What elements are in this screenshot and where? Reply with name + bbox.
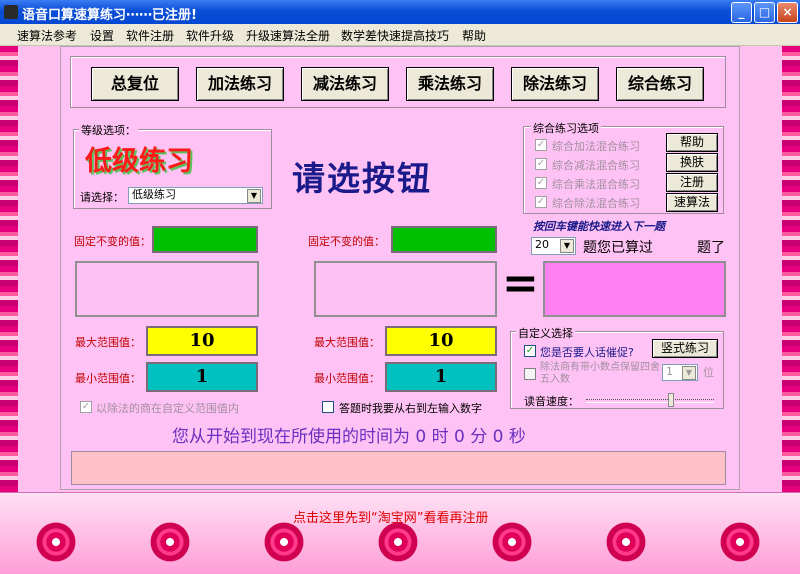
mix-sub-label: 综合减法混合练习 <box>552 159 640 172</box>
mix-add-label: 综合加法混合练习 <box>552 140 640 153</box>
subtraction-button[interactable]: 减法练习 <box>301 67 389 101</box>
chevron-down-icon: ▼ <box>560 239 574 253</box>
multiplication-button[interactable]: 乘法练习 <box>406 67 494 101</box>
left-decor-border <box>0 46 18 492</box>
flower-decor-icon <box>490 519 534 565</box>
right-decor-border <box>782 46 800 492</box>
menu-upgrade[interactable]: 软件升级 <box>186 27 234 44</box>
mix-sub-checkbox[interactable]: ✓ <box>535 158 547 170</box>
divisor-range-checkbox[interactable]: ✓ <box>80 401 92 413</box>
menu-settings[interactable]: 设置 <box>90 27 114 44</box>
menu-register[interactable]: 软件注册 <box>126 27 174 44</box>
chevron-down-icon: ▼ <box>247 189 261 203</box>
speed-slider-thumb[interactable] <box>668 393 674 407</box>
mix-mul-checkbox[interactable]: ✓ <box>535 177 547 189</box>
rtl-input-checkbox[interactable] <box>322 401 334 413</box>
decimal-unit-label: 位 <box>703 366 714 379</box>
close-button[interactable]: × <box>777 2 798 23</box>
right-max-label: 最大范围值： <box>314 336 380 349</box>
division-button[interactable]: 除法练习 <box>511 67 599 101</box>
count-select[interactable]: 20 ▼ <box>531 237 576 255</box>
right-fixed-value[interactable] <box>391 226 497 253</box>
menu-upgrade-full[interactable]: 升级速算法全册 <box>246 27 330 44</box>
skin-button[interactable]: 换肤 <box>666 153 718 172</box>
help-button[interactable]: 帮助 <box>666 133 718 152</box>
right-min-label: 最小范围值： <box>314 372 380 385</box>
enter-hint: 按回车键能快速进入下一题 <box>533 220 665 233</box>
mix-add-checkbox[interactable]: ✓ <box>535 139 547 151</box>
app-icon <box>4 5 18 19</box>
reset-button[interactable]: 总复位 <box>91 67 179 101</box>
answer-box[interactable] <box>543 261 726 317</box>
custom-group-label: 自定义选择 <box>516 325 575 341</box>
left-operand-box[interactable] <box>75 261 259 317</box>
count-select-value: 20 <box>535 238 549 251</box>
flower-decor-icon <box>604 519 648 565</box>
speed-label: 读音速度： <box>524 395 579 408</box>
menu-help[interactable]: 帮助 <box>462 27 486 44</box>
left-fixed-label: 固定不变的值： <box>74 235 151 248</box>
maximize-button[interactable]: □ <box>754 2 775 23</box>
equals-sign: = <box>502 258 539 309</box>
chevron-down-icon: ▼ <box>682 366 696 380</box>
flower-decor-icon <box>34 519 78 565</box>
divisor-range-label: 以除法的商在自定义范围值内 <box>96 402 239 415</box>
register-button[interactable]: 注册 <box>666 173 718 192</box>
mix-mul-label: 综合乘法混合练习 <box>552 178 640 191</box>
right-fixed-label: 固定不变的值： <box>308 235 385 248</box>
flower-decor-icon <box>718 519 762 565</box>
left-min-input[interactable]: 1 <box>146 362 258 392</box>
flower-decor-icon <box>148 519 192 565</box>
decimal-checkbox[interactable] <box>524 368 536 380</box>
elapsed-time-text: 您从开始到现在所使用的时间为 0 时 0 分 0 秒 <box>172 427 526 447</box>
count-label-done: 题您已算过 <box>583 240 653 256</box>
menu-tips[interactable]: 数学差快速提高技巧 <box>341 27 449 44</box>
count-label-suffix: 题了 <box>697 240 725 256</box>
level-banner: 低级练习 <box>85 146 193 177</box>
flower-decor-icon <box>262 519 306 565</box>
decimal-label: 除法商有带小数点保留四舍五入数 <box>540 362 660 385</box>
speed-slider-track[interactable] <box>586 399 714 403</box>
vertical-practice-button[interactable]: 竖式练习 <box>652 339 718 358</box>
level-select-label: 请选择： <box>80 191 124 204</box>
right-operand-box[interactable] <box>314 261 497 317</box>
minimize-button[interactable]: _ <box>731 2 752 23</box>
level-group-label: 等级选项： <box>79 122 138 138</box>
flower-decor-icon <box>376 519 420 565</box>
left-min-label: 最小范围值： <box>75 372 141 385</box>
speed-method-button[interactable]: 速算法 <box>666 193 718 212</box>
left-fixed-value[interactable] <box>152 226 258 253</box>
right-max-input[interactable]: 10 <box>385 326 497 356</box>
window-title: 语音口算速算练习⋯⋯已注册! <box>22 8 197 23</box>
urge-checkbox[interactable]: ✓ <box>524 345 536 357</box>
level-select[interactable]: 低级练习 ▼ <box>128 187 263 204</box>
mix-div-checkbox[interactable]: ✓ <box>535 196 547 208</box>
level-select-value: 低级练习 <box>132 188 176 201</box>
right-min-input[interactable]: 1 <box>385 362 497 392</box>
left-max-input[interactable]: 10 <box>146 326 258 356</box>
rtl-input-label: 答题时我要从右到左输入数字 <box>339 402 482 415</box>
mixed-button[interactable]: 综合练习 <box>616 67 704 101</box>
addition-button[interactable]: 加法练习 <box>196 67 284 101</box>
decimal-select[interactable]: 1 ▼ <box>662 364 698 381</box>
mix-options-label: 综合练习选项 <box>531 120 601 136</box>
status-strip <box>71 451 726 485</box>
decimal-select-value: 1 <box>666 365 673 378</box>
left-max-label: 最大范围值： <box>75 336 141 349</box>
urge-label: 您是否要人话催促? <box>540 346 634 359</box>
menu-bar: 速算法参考 设置 软件注册 软件升级 升级速算法全册 数学差快速提高技巧 帮助 <box>0 24 800 46</box>
menu-algorithm-ref[interactable]: 速算法参考 <box>17 27 77 44</box>
mix-div-label: 综合除法混合练习 <box>552 197 640 210</box>
title-bar: 语音口算速算练习⋯⋯已注册! _ □ × <box>0 0 800 24</box>
prompt-text: 请选按钮 <box>292 159 432 198</box>
